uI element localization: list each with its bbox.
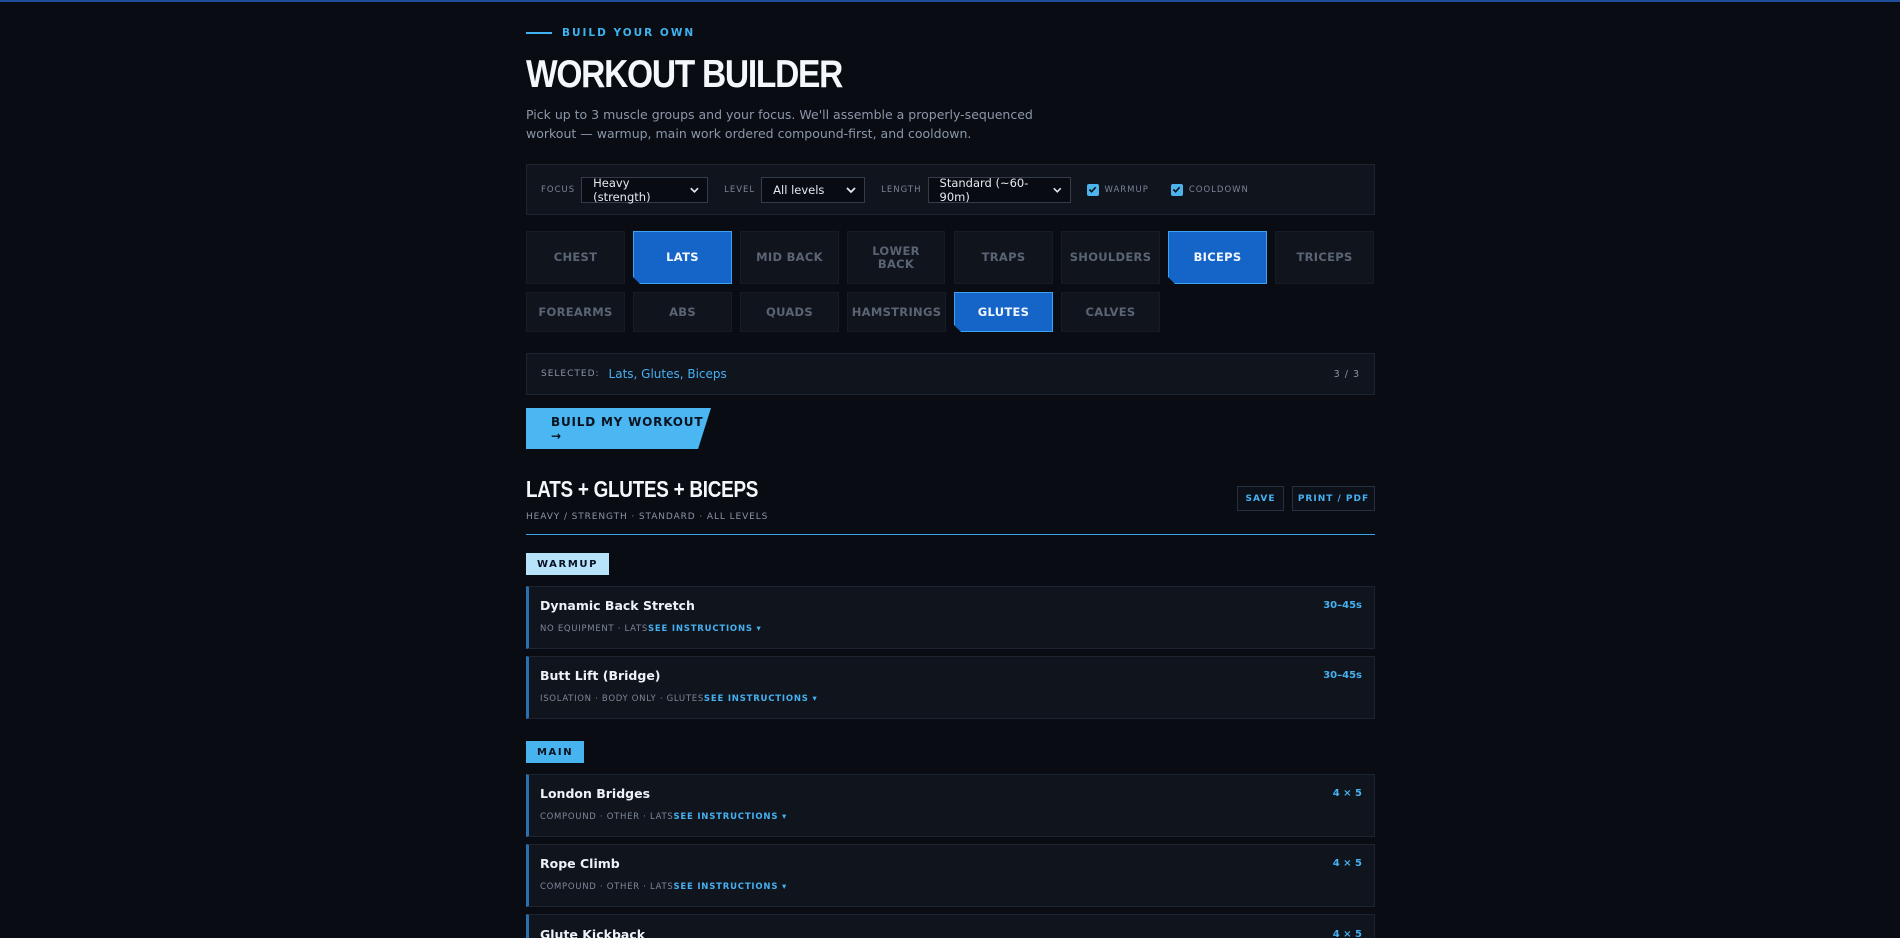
checkmark-icon <box>1173 186 1181 193</box>
muscle-chip-label: TRICEPS <box>1296 250 1353 264</box>
chevron-down-icon <box>1053 187 1062 193</box>
muscle-chip-label: BICEPS <box>1193 250 1242 264</box>
cooldown-checkbox[interactable] <box>1170 183 1183 196</box>
cooldown-toggle[interactable]: COOLDOWN <box>1170 183 1255 196</box>
muscle-chip-label: HAMSTRINGS <box>851 304 942 319</box>
warmup-checkbox[interactable] <box>1086 183 1099 196</box>
exercise-name: Glute Kickback <box>540 927 646 938</box>
section-tag-warmup: WARMUP <box>526 553 610 575</box>
result-divider <box>526 534 1375 535</box>
focus-select-value: Heavy (strength) <box>593 175 651 204</box>
muscle-chip-quads[interactable]: QUADS <box>740 292 839 332</box>
level-select[interactable]: All levels <box>761 176 866 203</box>
muscle-chip-label: MID BACK <box>756 250 823 264</box>
muscle-chip-triceps[interactable]: TRICEPS <box>1275 231 1374 284</box>
exercise-meta: COMPOUND · OTHER · LATS <box>540 812 674 822</box>
exercise-name: Rope Climb <box>540 856 620 871</box>
muscle-chip-label: CHEST <box>553 250 598 264</box>
chevron-down-icon <box>846 186 856 193</box>
muscle-chip-label: QUADS <box>766 304 813 319</box>
muscle-chip-forearms[interactable]: FOREARMS <box>526 292 625 332</box>
eyebrow-text: BUILD YOUR OWN <box>562 27 696 39</box>
muscle-chip-label: FOREARMS <box>538 304 613 319</box>
muscle-chip-chest[interactable]: CHEST <box>526 231 625 284</box>
eyebrow-line <box>526 32 552 34</box>
muscle-chip-label: SHOULDERS <box>1069 250 1152 264</box>
print-pdf-button[interactable]: PRINT / PDF <box>1292 486 1375 511</box>
length-label: LENGTH <box>881 184 922 195</box>
chevron-down-icon <box>690 187 699 193</box>
warmup-toggle[interactable]: WARMUP <box>1086 183 1155 196</box>
workout-meta: HEAVY / STRENGTH · STANDARD · ALL LEVELS <box>526 512 769 522</box>
section-tag-main: MAIN <box>526 741 585 763</box>
length-select-value: Standard (~60-90m) <box>939 175 1029 204</box>
muscle-chip-label: ABS <box>669 304 696 319</box>
muscle-chip-label: LATS <box>666 250 699 264</box>
exercise-sets: 4 × 5 <box>1332 929 1362 938</box>
see-instructions-link[interactable]: SEE INSTRUCTIONS ▾ <box>673 882 787 892</box>
save-button[interactable]: SAVE <box>1237 486 1284 511</box>
page-subtitle: Pick up to 3 muscle groups and your focu… <box>526 107 1033 141</box>
exercise-sets: 4 × 5 <box>1332 788 1362 799</box>
muscle-chip-mid-back[interactable]: MID BACK <box>740 231 839 284</box>
exercise-card: Glute Kickback 4 × 5 <box>526 914 1375 938</box>
muscle-chip-shoulders[interactable]: SHOULDERS <box>1061 231 1160 284</box>
muscle-chip-label: TRAPS <box>981 250 1026 264</box>
exercise-sets: 4 × 5 <box>1332 858 1362 869</box>
selected-count: 3 / 3 <box>1333 368 1360 380</box>
muscle-chip-hamstrings[interactable]: HAMSTRINGS <box>847 292 946 332</box>
checkmark-icon <box>1088 186 1097 193</box>
muscle-chip-traps[interactable]: TRAPS <box>954 231 1053 284</box>
exercise-card: Butt Lift (Bridge) ISOLATION · BODY ONLY… <box>526 656 1375 719</box>
muscle-chip-lower-back[interactable]: LOWER BACK <box>847 231 945 284</box>
exercise-name: Dynamic Back Stretch <box>540 598 695 613</box>
see-instructions-link[interactable]: SEE INSTRUCTIONS ▾ <box>648 624 762 634</box>
exercise-card: Dynamic Back Stretch NO EQUIPMENT · LATS… <box>526 586 1375 649</box>
see-instructions-link[interactable]: SEE INSTRUCTIONS ▾ <box>673 812 787 822</box>
muscle-chip-label: GLUTES <box>977 304 1030 319</box>
length-select[interactable]: Standard (~60-90m) <box>927 175 1071 204</box>
selected-muscles: Lats, Glutes, Biceps <box>608 367 727 381</box>
workout-title: LATS + GLUTES + BICEPS <box>526 476 759 502</box>
focus-select[interactable]: Heavy (strength) <box>581 175 709 204</box>
exercise-meta: COMPOUND · OTHER · LATS <box>540 882 674 892</box>
level-select-value: All levels <box>773 182 825 197</box>
exercise-meta: ISOLATION · BODY ONLY · GLUTES <box>540 694 704 704</box>
exercise-name: London Bridges <box>540 786 651 801</box>
warmup-label: WARMUP <box>1104 184 1149 195</box>
top-accent-line <box>0 0 1900 2</box>
exercise-name: Butt Lift (Bridge) <box>540 668 661 683</box>
exercise-card: London Bridges COMPOUND · OTHER · LATS SE… <box>526 774 1375 837</box>
build-workout-button[interactable]: BUILD MY WORKOUT → <box>526 408 711 449</box>
cooldown-label: COOLDOWN <box>1188 184 1249 195</box>
exercise-meta: NO EQUIPMENT · LATS <box>540 624 648 634</box>
see-instructions-link[interactable]: SEE INSTRUCTIONS ▾ <box>704 694 818 704</box>
selected-label: SELECTED: <box>541 369 600 379</box>
muscle-chip-calves[interactable]: CALVES <box>1061 292 1160 332</box>
muscle-chip-label: LOWER BACK <box>872 243 920 271</box>
muscle-chip-abs[interactable]: ABS <box>633 292 732 332</box>
exercise-sets: 30–45s <box>1323 670 1362 681</box>
selection-summary: SELECTED: Lats, Glutes, Biceps 3 / 3 <box>526 353 1375 395</box>
page-title: WORKOUT BUILDER <box>526 53 843 96</box>
focus-label: FOCUS <box>541 184 576 195</box>
muscle-chip-biceps[interactable]: BICEPS <box>1168 231 1267 284</box>
muscle-chip-glutes[interactable]: GLUTES <box>954 292 1053 332</box>
muscle-chip-label: CALVES <box>1085 304 1136 319</box>
options-bar: FOCUS Heavy (strength) LEVEL All levels … <box>526 164 1375 215</box>
exercise-sets: 30–45s <box>1323 600 1362 611</box>
exercise-card: Rope Climb COMPOUND · OTHER · LATS SEE IN… <box>526 844 1375 907</box>
muscle-chip-lats[interactable]: LATS <box>633 231 732 284</box>
eyebrow: BUILD YOUR OWN <box>526 27 695 39</box>
level-label: LEVEL <box>724 184 756 195</box>
